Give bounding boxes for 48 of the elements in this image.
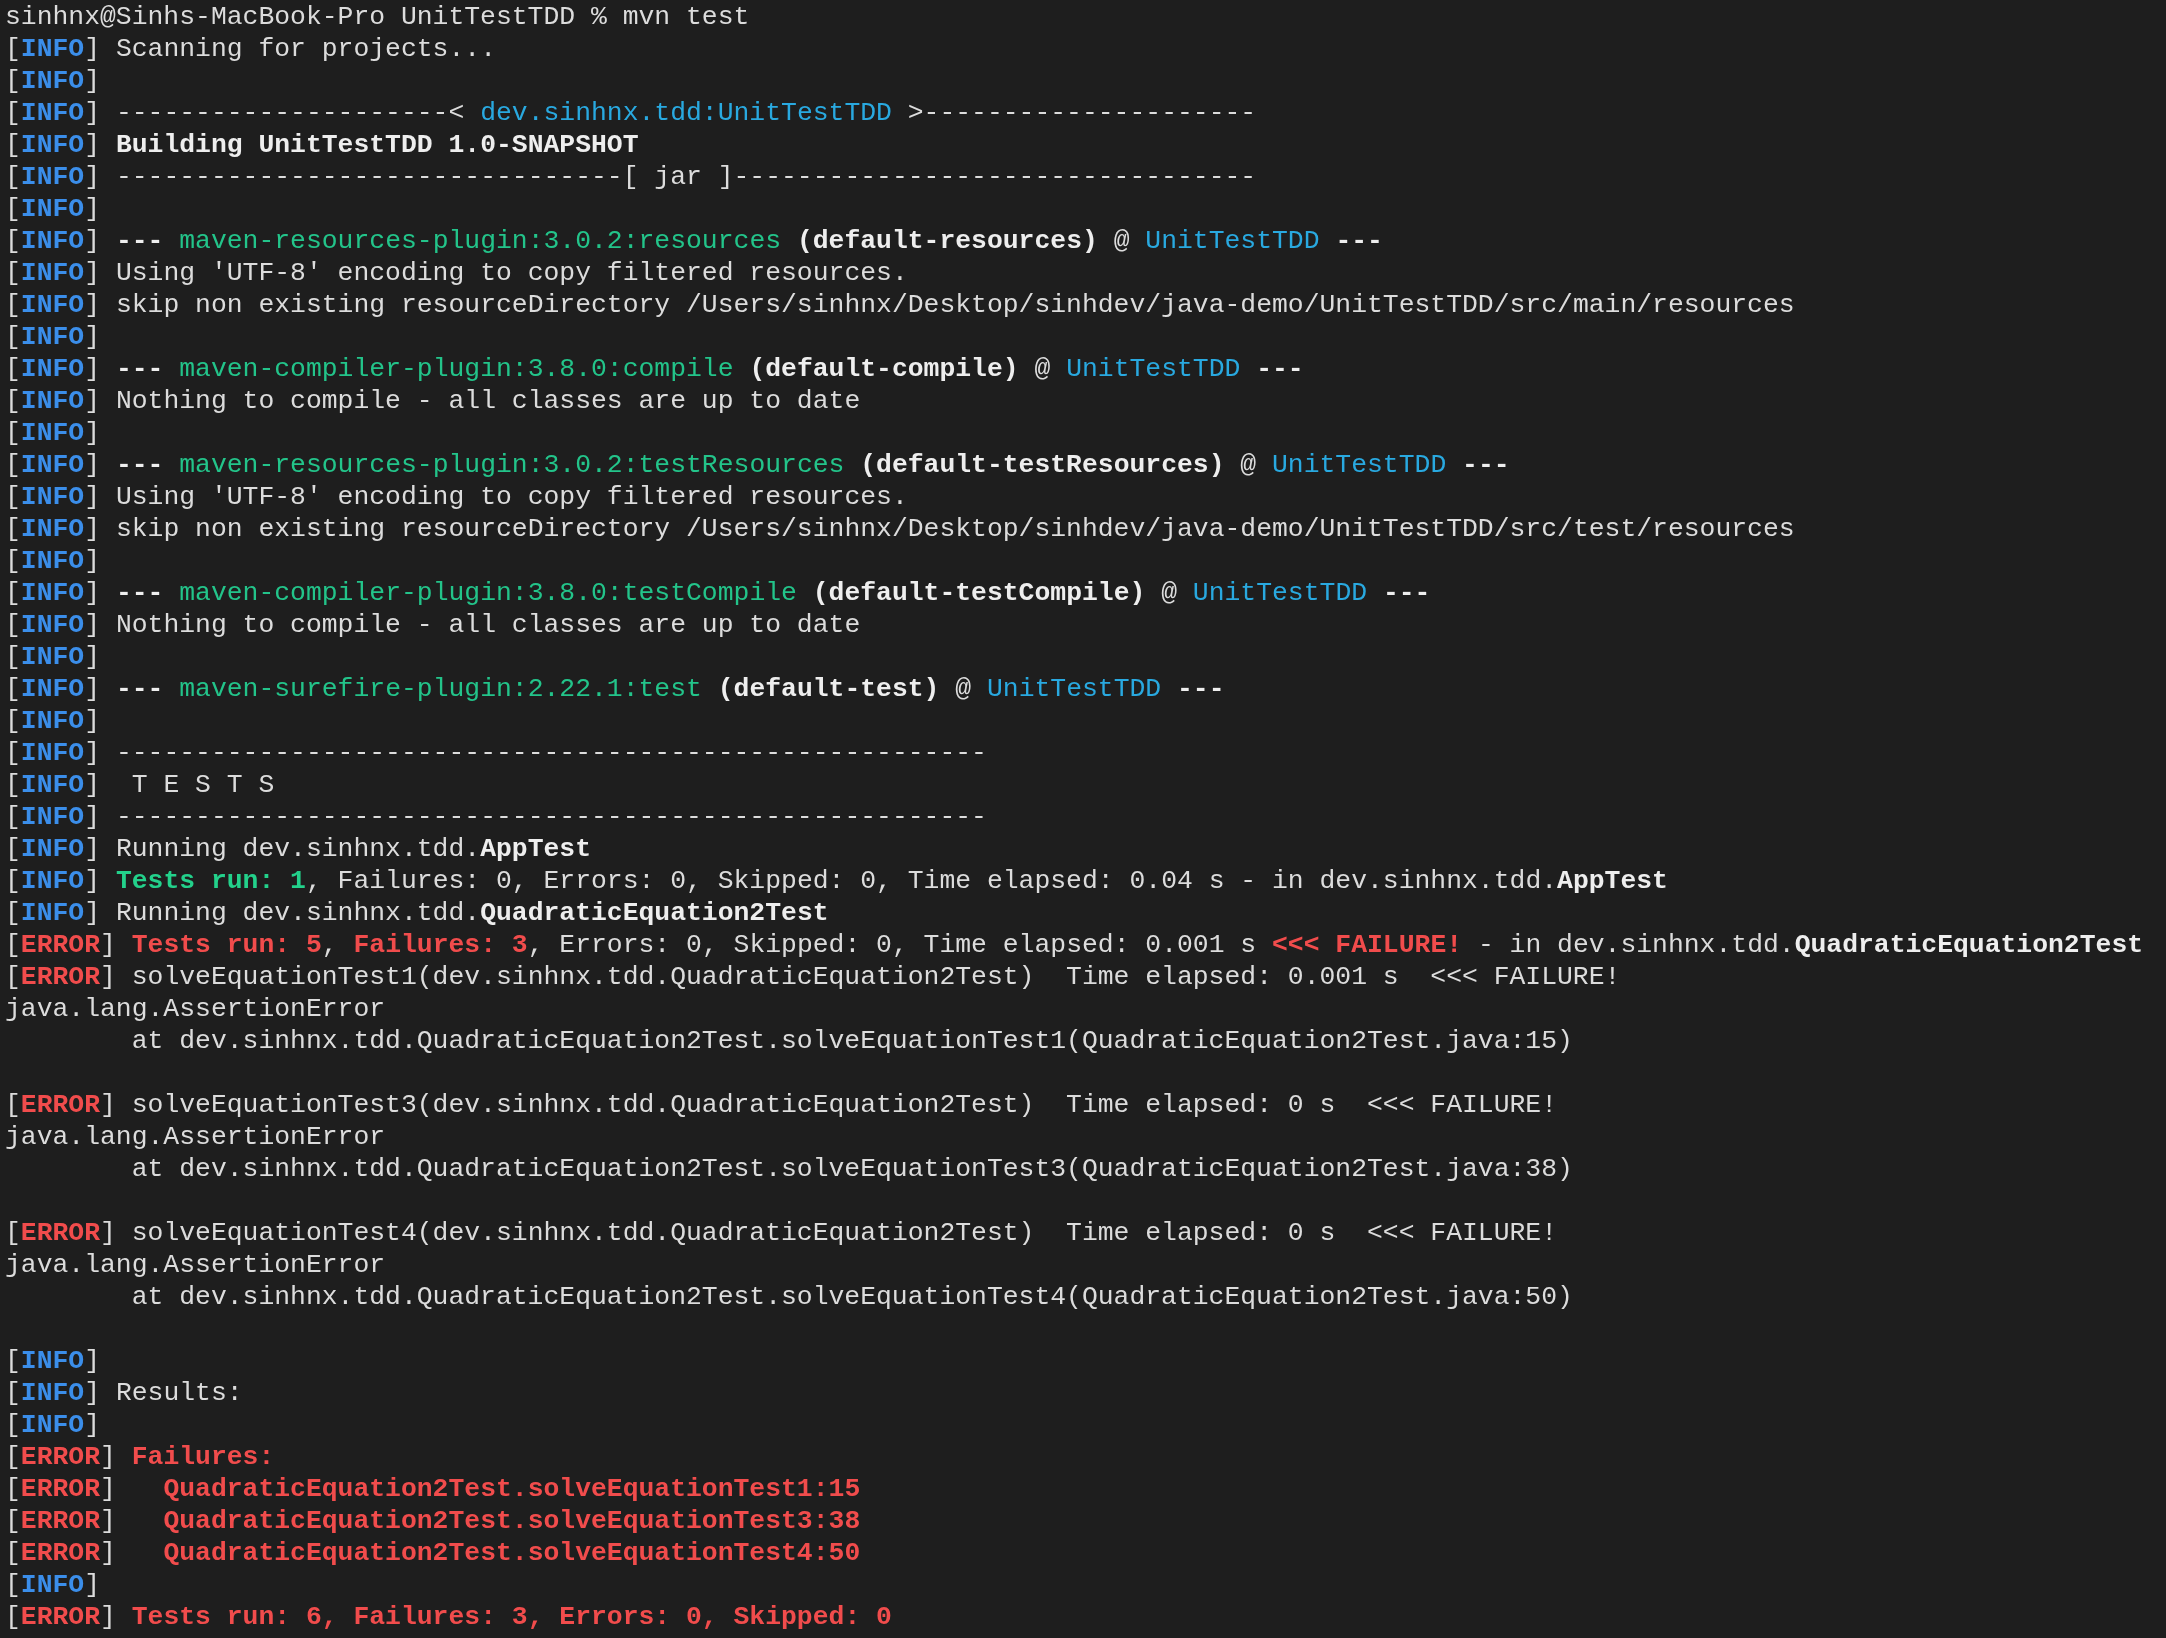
terminal-line: [INFO] ------------------------------------------------------- (5, 737, 987, 769)
terminal-line: [INFO] ------------------------------------------------------- (5, 801, 987, 833)
terminal-line: [INFO] (5, 705, 101, 737)
terminal-line: at dev.sinhnx.tdd.QuadraticEquation2Test.solveEquationTest4(QuadraticEquation2Test.java:50) (130, 1281, 1573, 1313)
terminal-line: [ERROR] solveEquationTest4(dev.sinhnx.tdd.QuadraticEquation2Test) Time elapsed: 0 s <<< FAILURE! (5, 1217, 1558, 1249)
terminal-line: [INFO] Tests run: 1, Failures: 0, Errors: 0, Skipped: 0, Time elapsed: 0.04 s - in dev.sinhnx.tdd.AppTest (5, 865, 1668, 897)
terminal-line: [INFO] (5, 1409, 101, 1441)
terminal-line: [INFO] T E S T S (5, 769, 275, 801)
terminal-line: [INFO] Using 'UTF-8' encoding to copy filtered resources. (5, 481, 908, 513)
terminal-line: java.lang.AssertionError (5, 1121, 386, 1153)
terminal-line: [INFO] --- maven-compiler-plugin:3.8.0:compile (default-compile) @ UnitTestTDD --- (5, 353, 1304, 385)
terminal-line: [INFO] ---------------------< dev.sinhnx.tdd:UnitTestTDD >--------------------- (5, 97, 1257, 129)
terminal-line: [INFO] Running dev.sinhnx.tdd.QuadraticEquation2Test (5, 897, 829, 929)
terminal-line: [INFO] (5, 65, 101, 97)
terminal-line: at dev.sinhnx.tdd.QuadraticEquation2Test.solveEquationTest3(QuadraticEquation2Test.java:38) (130, 1153, 1573, 1185)
terminal-line: [INFO] (5, 545, 101, 577)
terminal-line: [INFO] Scanning for projects... (5, 33, 496, 65)
terminal-line: [INFO] (5, 1569, 101, 1601)
terminal-line: [INFO] --- maven-resources-plugin:3.0.2:testResources (default-testResources) @ UnitTestTDD --- (5, 449, 1510, 481)
terminal-line: [INFO] Building UnitTestTDD 1.0-SNAPSHOT (5, 129, 639, 161)
terminal-line: [INFO] Nothing to compile - all classes are up to date (5, 385, 861, 417)
terminal-line: [ERROR] solveEquationTest3(dev.sinhnx.tdd.QuadraticEquation2Test) Time elapsed: 0 s <<< FAILURE! (5, 1089, 1558, 1121)
terminal-line: [INFO] --- maven-resources-plugin:3.0.2:resources (default-resources) @ UnitTestTDD --- (5, 225, 1383, 257)
terminal-line: [INFO] (5, 1345, 101, 1377)
terminal-line: [ERROR] QuadraticEquation2Test.solveEquationTest1:15 (5, 1473, 861, 1505)
terminal-line: [INFO] (5, 321, 101, 353)
terminal-line: [INFO] skip non existing resourceDirectory /Users/sinhnx/Desktop/sinhdev/java-demo/UnitTestTDD/src/main/resources (5, 289, 1795, 321)
terminal-line: [INFO] skip non existing resourceDirectory /Users/sinhnx/Desktop/sinhdev/java-demo/UnitTestTDD/src/test/resources (5, 513, 1795, 545)
terminal-line: [INFO] (5, 417, 101, 449)
terminal-line: [INFO] Using 'UTF-8' encoding to copy filtered resources. (5, 257, 908, 289)
terminal-line: at dev.sinhnx.tdd.QuadraticEquation2Test.solveEquationTest1(QuadraticEquation2Test.java:15) (130, 1025, 1573, 1057)
terminal-line: [INFO] --- maven-compiler-plugin:3.8.0:testCompile (default-testCompile) @ UnitTestTDD --- (5, 577, 1431, 609)
terminal-line: [ERROR] QuadraticEquation2Test.solveEquationTest3:38 (5, 1505, 861, 1537)
terminal-line: [INFO] Nothing to compile - all classes are up to date (5, 609, 861, 641)
terminal-line: [INFO] --------------------------------[ jar ]--------------------------------- (5, 161, 1257, 193)
terminal-line: [INFO] Results: (5, 1377, 243, 1409)
terminal-line: [INFO] (5, 193, 101, 225)
terminal-line: [ERROR] Failures: (5, 1441, 275, 1473)
terminal-line: sinhnx@Sinhs-MacBook-Pro UnitTestTDD % mvn test (5, 1, 750, 33)
terminal-line: [ERROR] Tests run: 5, Failures: 3, Errors: 0, Skipped: 0, Time elapsed: 0.001 s <<< FAILURE! - in dev.sinhnx.tdd.QuadraticEquation2Test (5, 929, 2144, 961)
terminal-line: [INFO] (5, 641, 101, 673)
terminal-line: [ERROR] QuadraticEquation2Test.solveEquationTest4:50 (5, 1537, 861, 1569)
terminal-line: [ERROR] solveEquationTest1(dev.sinhnx.tdd.QuadraticEquation2Test) Time elapsed: 0.001 s <<< FAILURE! (5, 961, 1621, 993)
terminal-line: [INFO] Running dev.sinhnx.tdd.AppTest (5, 833, 591, 865)
terminal-line: java.lang.AssertionError (5, 993, 386, 1025)
terminal-line: [ERROR] Tests run: 6, Failures: 3, Errors: 0, Skipped: 0 (5, 1601, 892, 1633)
terminal-line: [INFO] --- maven-surefire-plugin:2.22.1:test (default-test) @ UnitTestTDD --- (5, 673, 1225, 705)
terminal-line: java.lang.AssertionError (5, 1249, 386, 1281)
